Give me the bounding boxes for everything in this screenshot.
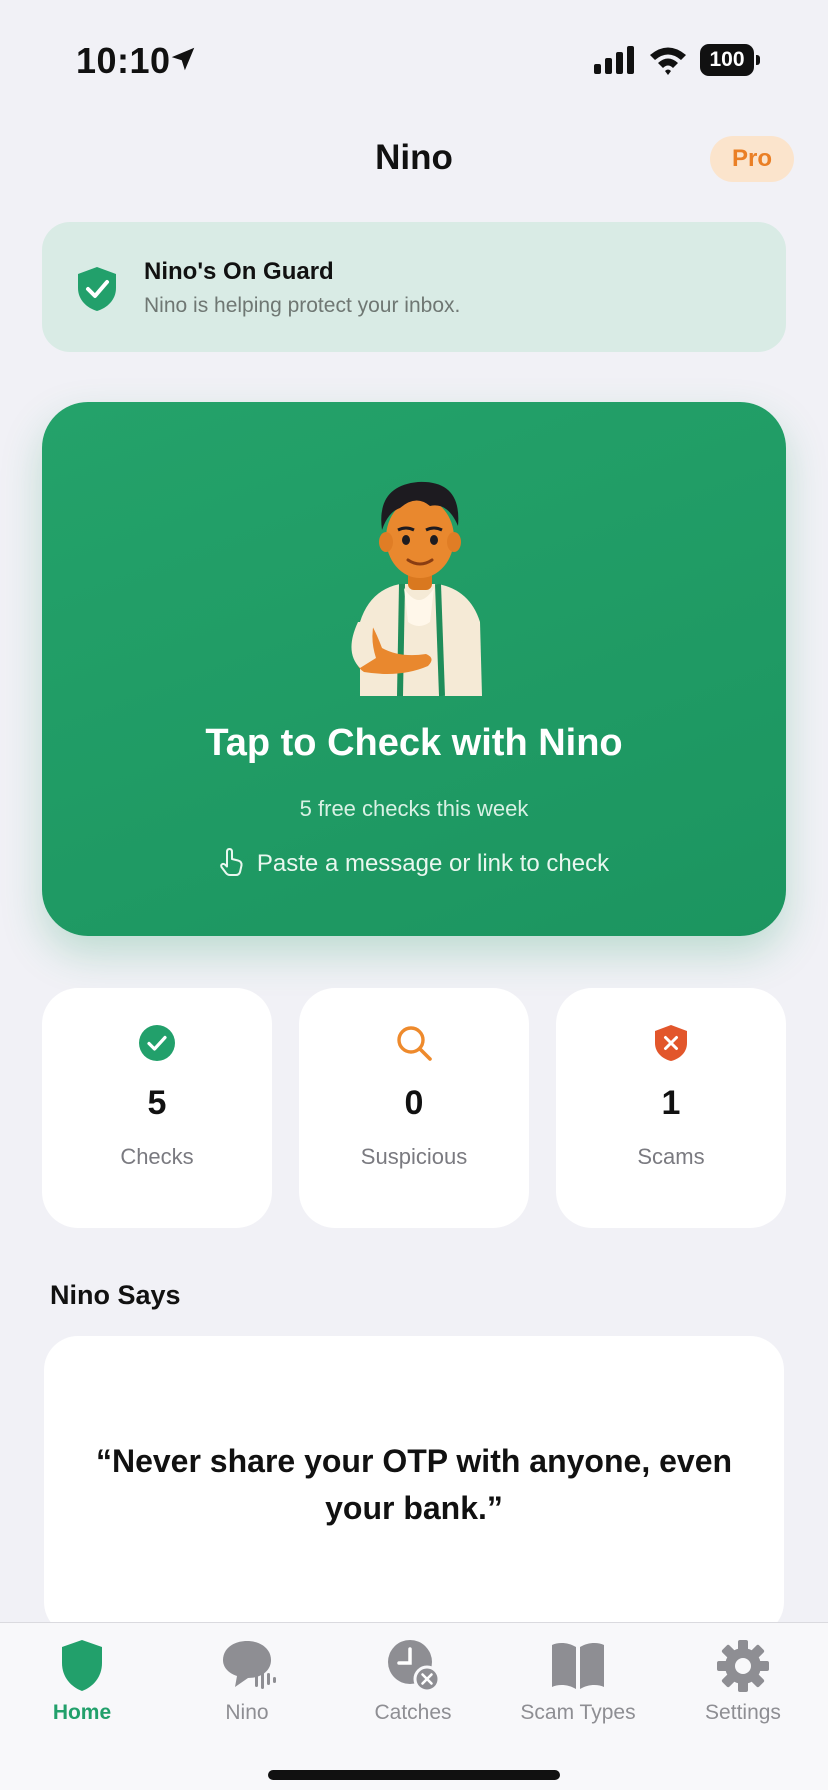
gear-icon — [717, 1640, 769, 1692]
nino-mascot-illustration — [351, 481, 482, 696]
cellular-signal-icon — [594, 46, 634, 74]
battery-level: 100 — [700, 44, 754, 76]
tab-nino-label: Nino — [225, 1701, 269, 1724]
check-circle-icon — [139, 1025, 175, 1061]
book-icon — [552, 1642, 604, 1689]
stat-card-suspicious[interactable]: 0 Suspicious — [299, 988, 529, 1228]
guard-status-card: Nino's On Guard Nino is helping protect … — [42, 222, 786, 352]
page-title: Nino — [375, 138, 453, 177]
tab-settings-label: Settings — [705, 1701, 781, 1724]
checks-label: Checks — [120, 1144, 194, 1169]
magnifier-icon — [397, 1026, 432, 1061]
nino-says-quote: “Never share your OTP with anyone, even … — [95, 1443, 733, 1526]
home-indicator[interactable] — [268, 1770, 560, 1780]
battery-indicator: 100 — [700, 44, 760, 76]
tab-settings[interactable]: Settings — [668, 1637, 818, 1737]
check-with-nino-card[interactable]: Tap to Check with Nino 5 free checks thi… — [42, 402, 786, 936]
stat-card-scams[interactable]: 1 Scams — [556, 988, 786, 1228]
tab-scam-types-label: Scam Types — [520, 1701, 636, 1724]
checks-count: 5 — [147, 1084, 167, 1122]
tab-home-label: Home — [52, 1701, 112, 1724]
suspicious-label: Suspicious — [360, 1144, 468, 1169]
suspicious-count: 0 — [404, 1084, 424, 1122]
status-time: 10:10 — [76, 40, 171, 81]
battery-cap — [756, 55, 760, 65]
status-bar: 10:10 100 — [0, 0, 828, 120]
shield-check-icon — [78, 267, 116, 311]
tab-catches-label: Catches — [374, 1701, 452, 1724]
free-checks-remaining: 5 free checks this week — [299, 796, 529, 821]
tab-bar: Home Nino Catches Scam Types Settings — [0, 1622, 828, 1790]
shield-icon — [62, 1640, 102, 1691]
tab-catches[interactable]: Catches — [338, 1637, 488, 1737]
chat-voice-icon — [223, 1641, 276, 1689]
tab-scam-types[interactable]: Scam Types — [503, 1637, 653, 1737]
wifi-icon — [650, 47, 686, 75]
hero-title: Tap to Check with Nino — [205, 722, 623, 764]
location-arrow-icon — [171, 47, 195, 71]
tab-home[interactable]: Home — [7, 1637, 157, 1737]
clock-x-icon — [388, 1640, 441, 1693]
tab-nino[interactable]: Nino — [172, 1637, 322, 1737]
paste-hint-text: Paste a message or link to check — [256, 850, 610, 877]
guard-subtitle: Nino is helping protect your inbox. — [144, 294, 461, 317]
shield-x-icon — [655, 1025, 687, 1061]
pro-button[interactable]: Pro — [710, 136, 794, 182]
tap-hand-icon — [220, 848, 243, 876]
nino-says-card: “Never share your OTP with anyone, even … — [44, 1336, 784, 1636]
scams-label: Scams — [637, 1144, 705, 1169]
nino-says-heading: Nino Says — [50, 1280, 181, 1310]
scams-count: 1 — [661, 1084, 681, 1122]
paste-hint: Paste a message or link to check — [42, 848, 786, 878]
guard-title: Nino's On Guard — [144, 258, 334, 285]
stat-card-checks[interactable]: 5 Checks — [42, 988, 272, 1228]
